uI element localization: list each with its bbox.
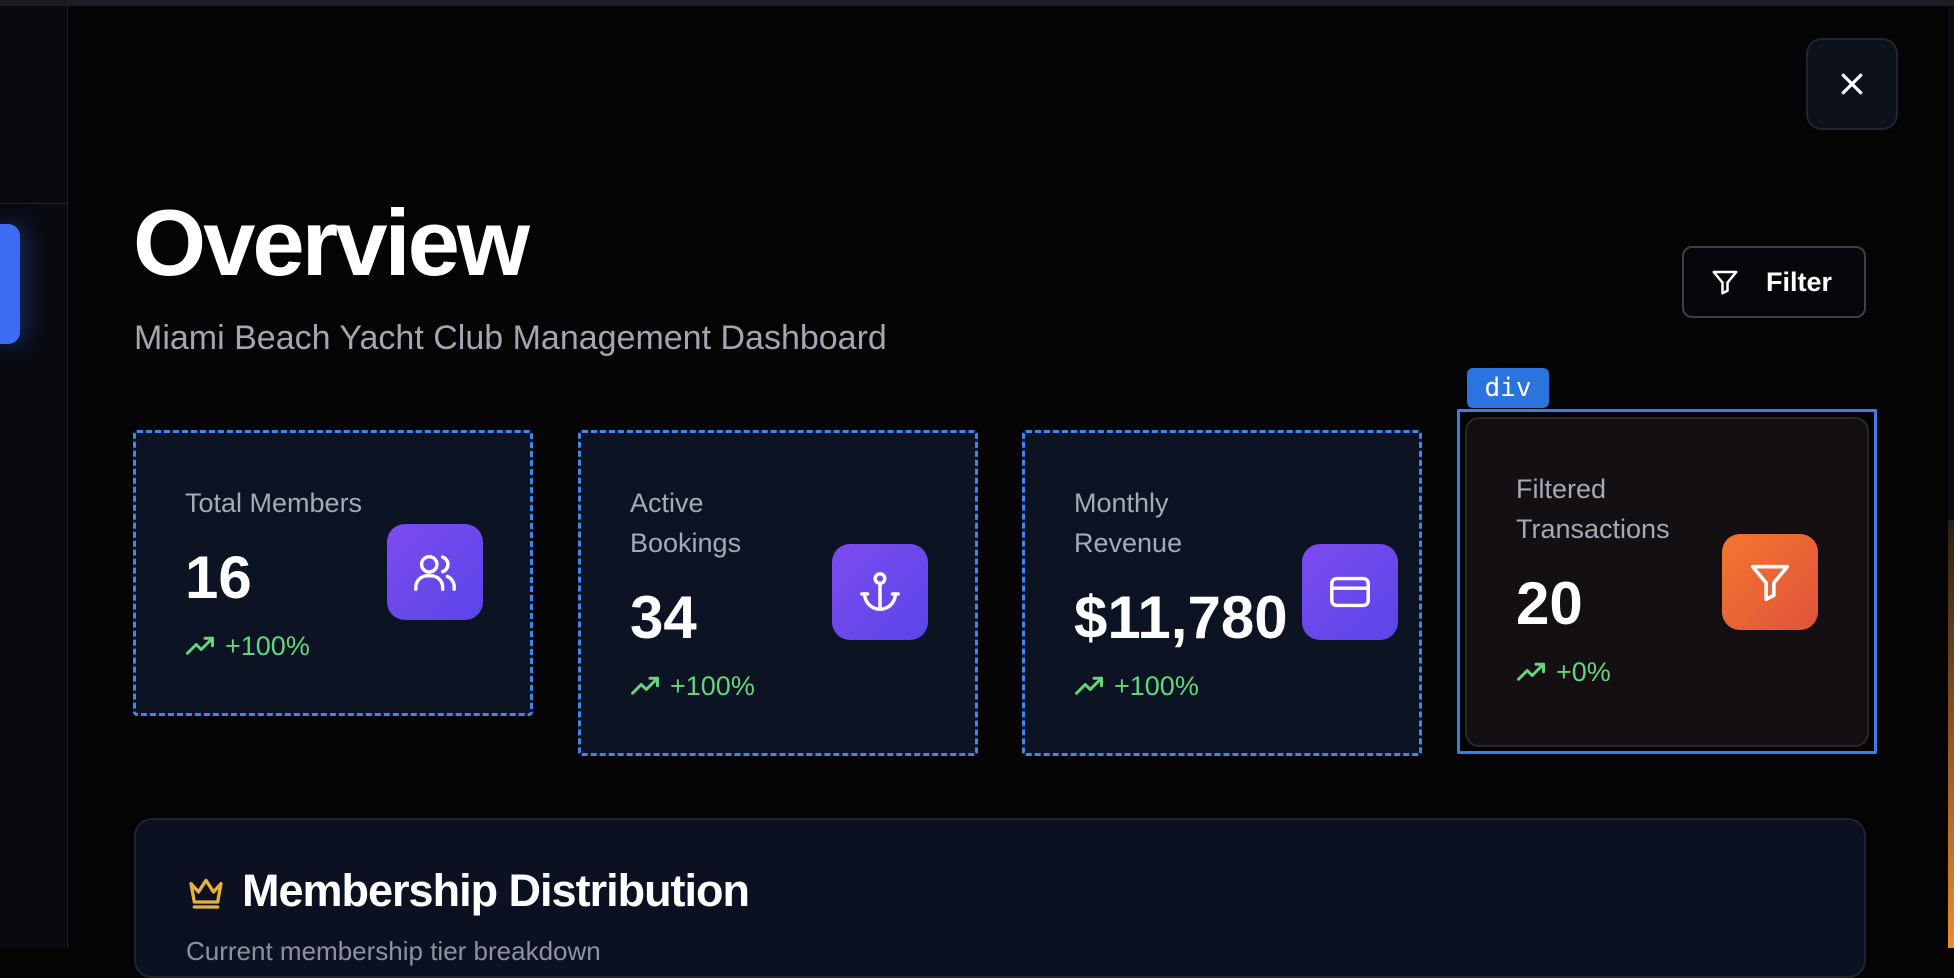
stat-card-value: 34 [630,584,697,651]
users-icon [414,554,456,591]
sidebar-divider [0,203,68,204]
trending-up-icon [1075,676,1103,695]
stat-card-label: Monthly Revenue [1074,483,1224,563]
devtools-element-tag: div [1467,368,1549,408]
top-bar [0,0,1954,6]
stat-card-label-text: Active Bookings [630,488,742,558]
stat-card-trend: +100% [630,671,755,702]
stat-card-icon-badge [387,524,483,620]
trend-value: +100% [670,671,755,701]
trending-up-icon [631,676,659,695]
stat-card-value: $11,780 [1074,584,1288,651]
page-title: Overview [133,190,530,295]
trend-value: +100% [225,631,310,661]
stat-card-trend: +0% [1516,657,1611,688]
stat-card-icon-badge [1722,534,1818,630]
stat-card-filtered-transactions: Filtered Transactions 20 +0% [1465,417,1869,747]
stat-card-active-bookings: Active Bookings 34 +100% [578,430,978,756]
close-button[interactable] [1806,38,1898,130]
anchor-icon [860,572,900,611]
panel-title: Membership Distribution [242,865,750,916]
close-icon [1841,73,1863,95]
crown-icon [189,878,223,909]
sidebar-active-item[interactable] [0,224,20,344]
stat-card-trend: +100% [1074,671,1199,702]
stat-card-value: 16 [185,544,252,611]
stat-card-icon-badge [832,544,928,640]
stat-card-label-text: Monthly Revenue [1074,488,1183,558]
filter-icon [1750,564,1790,602]
filter-button[interactable]: Filter [1682,246,1866,318]
page-subtitle: Miami Beach Yacht Club Management Dashbo… [134,319,887,357]
stat-card-label: Total Members [185,488,363,518]
stat-card-label-text: Filtered Transactions [1516,474,1670,544]
scrollbar-track [1948,6,1954,520]
panel-subtitle: Current membership tier breakdown [186,936,601,966]
stat-card-value: 20 [1516,570,1583,637]
stat-card-trend: +100% [185,631,310,662]
stat-card-label: Filtered Transactions [1516,469,1706,549]
membership-distribution-panel: Membership Distribution Current membersh… [134,818,1866,978]
stat-card-total-members: Total Members 16 +100% [133,430,533,716]
sidebar [0,6,68,948]
stat-card-monthly-revenue: Monthly Revenue $11,780 +100% [1022,430,1422,756]
stat-card-icon-badge [1302,544,1398,640]
filter-icon [1712,270,1738,295]
trend-value: +0% [1556,657,1611,687]
background-edge [1948,520,1954,948]
trend-value: +100% [1114,671,1199,701]
trending-up-icon [186,636,214,655]
trending-up-icon [1517,662,1545,681]
credit-card-icon [1330,576,1370,608]
filter-button-label: Filter [1766,266,1833,297]
stat-card-label: Active Bookings [630,483,800,563]
